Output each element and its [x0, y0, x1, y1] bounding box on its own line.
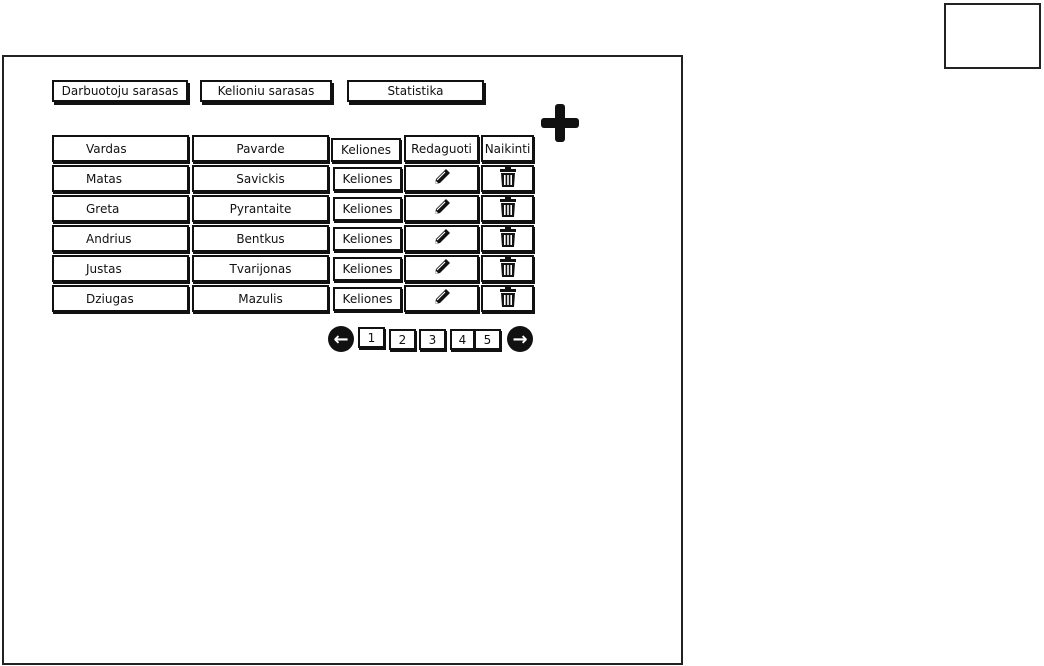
cell-pavarde: Savickis — [192, 165, 329, 192]
header-pavarde: Pavarde — [192, 135, 329, 162]
cell-vardas: Greta — [52, 195, 189, 222]
delete-button[interactable] — [481, 255, 534, 282]
nav-statistika[interactable]: Statistika — [347, 80, 484, 102]
delete-button[interactable] — [481, 285, 534, 312]
page-3-button[interactable]: 3 — [419, 329, 446, 350]
next-page-button[interactable]: → — [507, 326, 533, 352]
nav-kelioniu-sarasas[interactable]: Kelioniu sarasas — [200, 80, 332, 102]
header-vardas: Vardas — [52, 135, 189, 162]
trash-icon — [498, 166, 518, 191]
pencil-icon — [431, 226, 453, 251]
edit-button[interactable] — [404, 285, 479, 312]
header-keliones: Keliones — [331, 138, 401, 162]
keliones-button[interactable]: Keliones — [333, 167, 402, 191]
trash-icon — [498, 286, 518, 311]
delete-button[interactable] — [481, 195, 534, 222]
cell-pavarde: Mazulis — [192, 285, 329, 312]
nav-darbuotoju-sarasas[interactable]: Darbuotoju sarasas — [52, 80, 188, 102]
trash-icon — [498, 256, 518, 281]
edit-button[interactable] — [404, 165, 479, 192]
cell-pavarde: Bentkus — [192, 225, 329, 252]
page-1-button[interactable]: 1 — [358, 327, 385, 348]
placeholder-box — [944, 3, 1041, 69]
cell-pavarde: Tvarijonas — [192, 255, 329, 282]
keliones-button[interactable]: Keliones — [333, 227, 402, 251]
delete-button[interactable] — [481, 165, 534, 192]
pencil-icon — [431, 286, 453, 311]
cell-vardas: Dziugas — [52, 285, 189, 312]
pencil-icon — [431, 256, 453, 281]
cell-vardas: Matas — [52, 165, 189, 192]
trash-icon — [498, 226, 518, 251]
prev-page-button[interactable]: ← — [328, 326, 354, 352]
trash-icon — [498, 196, 518, 221]
header-redaguoti: Redaguoti — [404, 135, 479, 162]
page-2-button[interactable]: 2 — [389, 329, 416, 350]
page-5-button[interactable]: 5 — [474, 329, 501, 350]
cell-vardas: Andrius — [52, 225, 189, 252]
keliones-button[interactable]: Keliones — [333, 287, 402, 311]
edit-button[interactable] — [404, 195, 479, 222]
cell-vardas: Justas — [52, 255, 189, 282]
edit-button[interactable] — [404, 225, 479, 252]
cell-pavarde: Pyrantaite — [192, 195, 329, 222]
delete-button[interactable] — [481, 225, 534, 252]
header-naikinti: Naikinti — [481, 135, 534, 162]
pencil-icon — [431, 196, 453, 221]
pencil-icon — [431, 166, 453, 191]
edit-button[interactable] — [404, 255, 479, 282]
keliones-button[interactable]: Keliones — [333, 257, 402, 281]
keliones-button[interactable]: Keliones — [333, 197, 402, 221]
page-4-button[interactable]: 4 — [450, 329, 475, 350]
add-plus-icon[interactable] — [540, 103, 580, 143]
